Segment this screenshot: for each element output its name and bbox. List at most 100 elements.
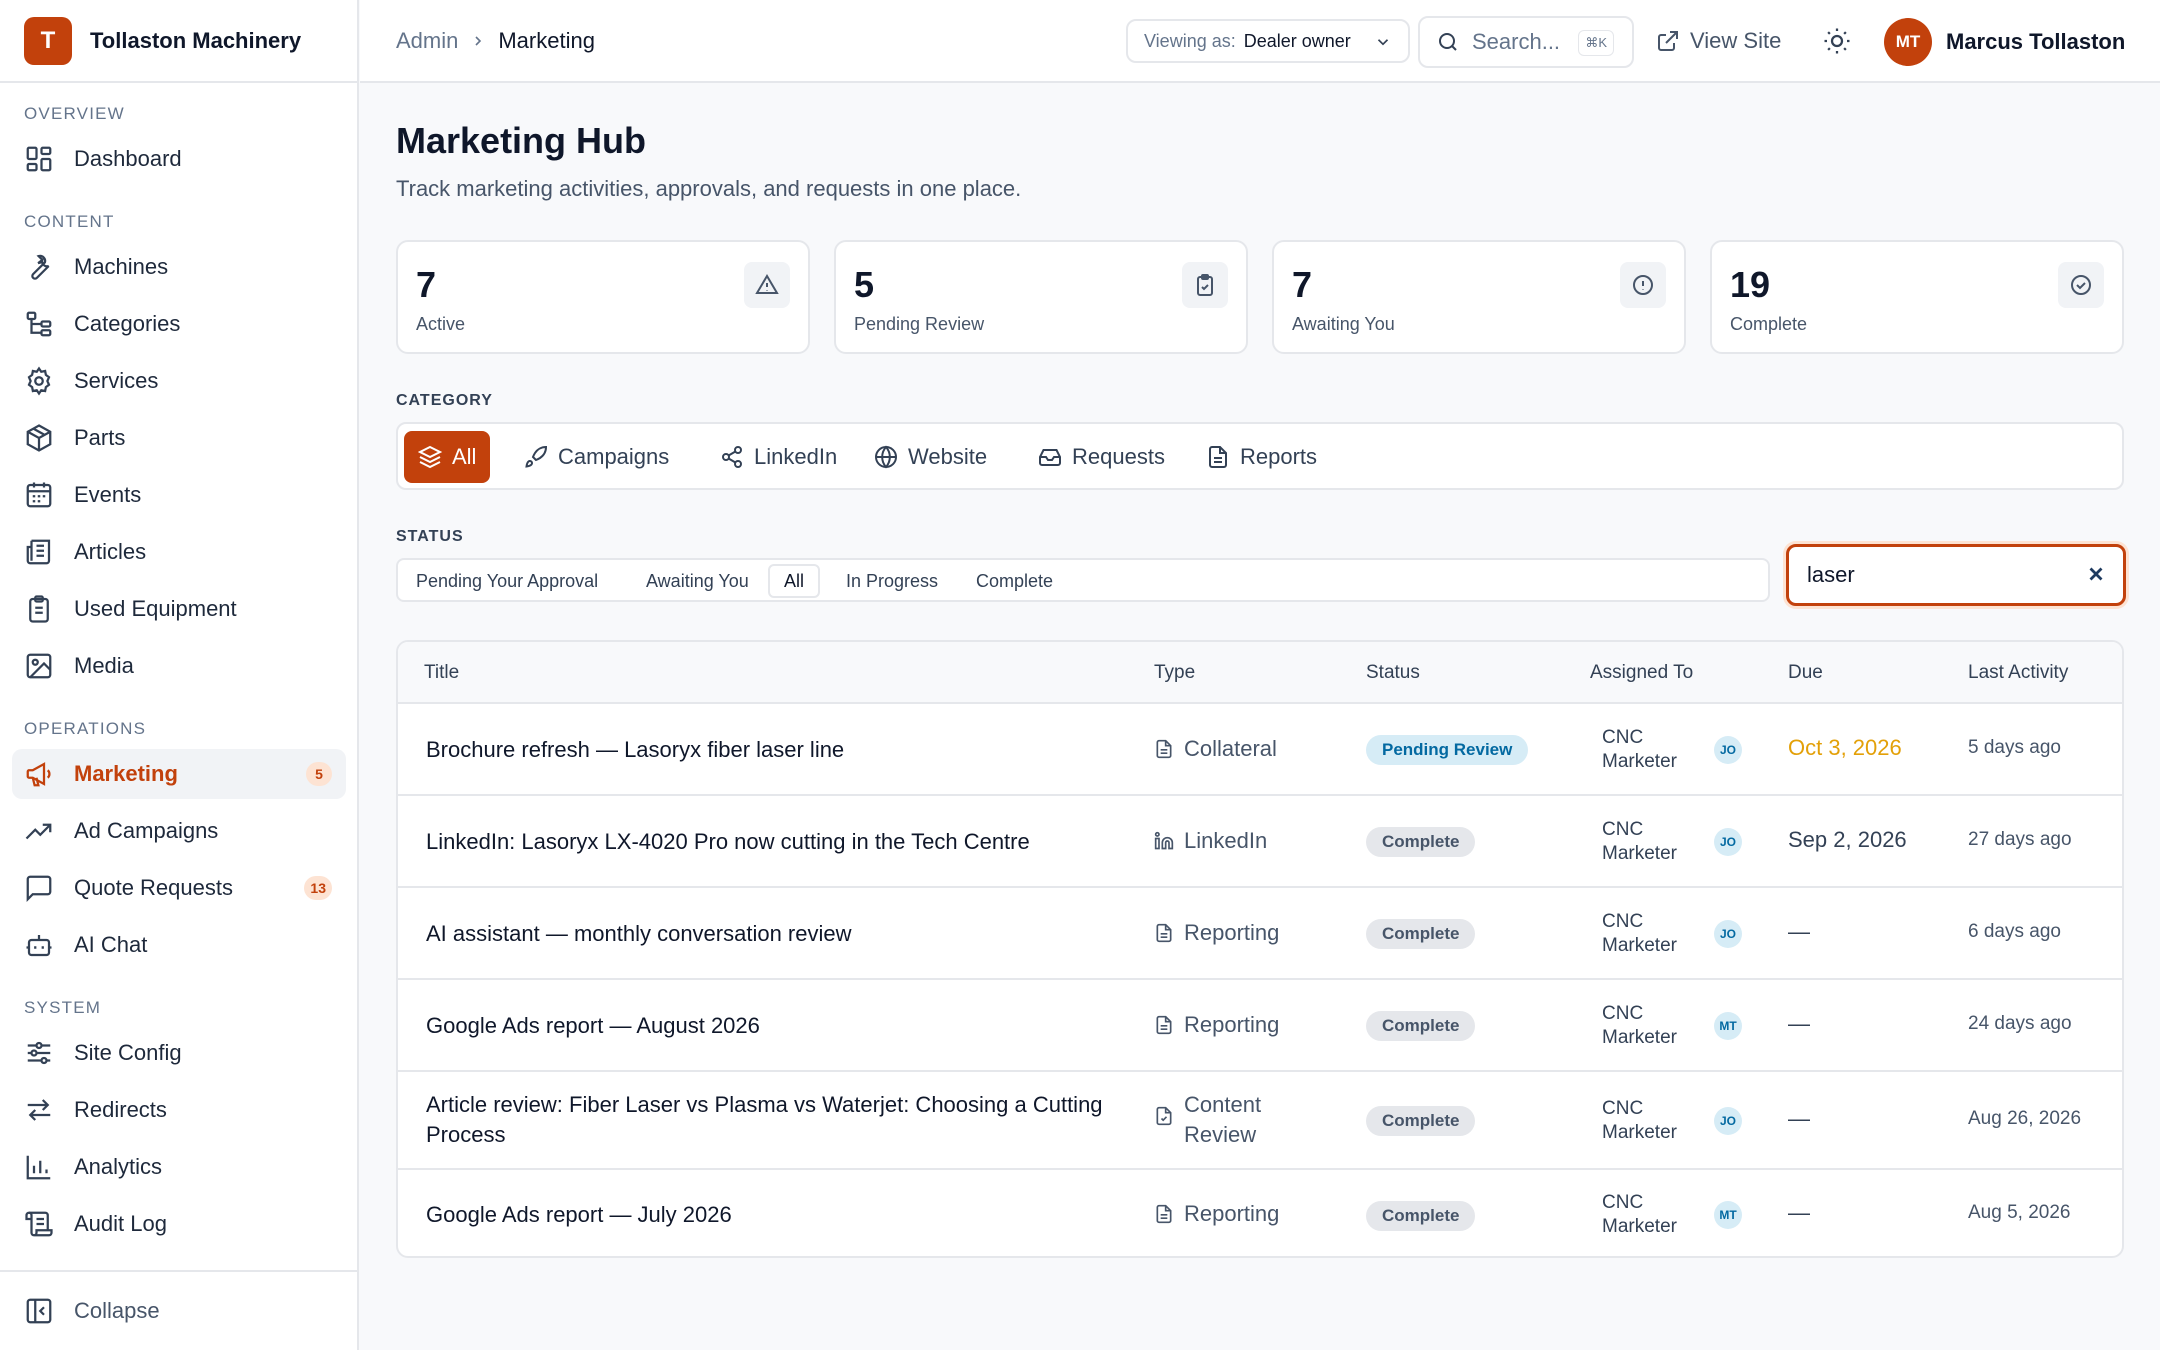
table-row[interactable]: AI assistant — monthly conversation revi…	[398, 888, 2122, 980]
row-type-label: Reporting	[1184, 920, 1280, 945]
tab-linkedin[interactable]: LinkedIn	[706, 431, 851, 483]
sidebar-item-media[interactable]: Media	[12, 641, 346, 691]
column-header-title[interactable]: Title	[424, 662, 459, 684]
view-site-link[interactable]: View Site	[1656, 28, 1781, 54]
tab-website[interactable]: Website	[860, 431, 1001, 483]
row-title[interactable]: LinkedIn: Lasoryx LX-4020 Pro now cuttin…	[426, 827, 1106, 857]
tab-campaigns[interactable]: Campaigns	[510, 431, 683, 483]
column-header-last-activity[interactable]: Last Activity	[1968, 662, 2068, 684]
stat-card-pending-review[interactable]: 5 Pending Review	[834, 240, 1248, 354]
quote-requests-count-badge: 13	[304, 876, 332, 900]
sliders-icon	[24, 1038, 54, 1068]
file-icon	[1154, 1015, 1176, 1035]
sidebar-item-parts[interactable]: Parts	[12, 413, 346, 463]
nav-section-overview: OVERVIEW	[24, 104, 125, 123]
sidebar-item-marketing[interactable]: Marketing 5	[12, 749, 346, 799]
status-tab-pending-your-approval[interactable]: Pending Your Approval	[402, 564, 612, 598]
file-check-icon	[1154, 1106, 1176, 1126]
sidebar-item-analytics[interactable]: Analytics	[12, 1142, 346, 1192]
column-header-type[interactable]: Type	[1154, 662, 1195, 684]
inbox-icon	[1038, 445, 1062, 469]
status-tab-in-progress[interactable]: In Progress	[832, 564, 952, 598]
sun-icon	[1822, 26, 1852, 56]
status-tab-complete[interactable]: Complete	[962, 564, 1067, 598]
sidebar-item-label: Media	[74, 653, 134, 678]
status-badge: Complete	[1366, 1106, 1476, 1136]
filter-search	[1786, 544, 2126, 606]
clipboard-check-icon	[1182, 262, 1228, 308]
row-last-activity: 24 days ago	[1968, 1013, 2072, 1034]
row-assigned: CNC Marketer	[1602, 1098, 1677, 1143]
brand[interactable]: T Tollaston Machinery	[0, 0, 357, 83]
clear-icon[interactable]	[2085, 563, 2107, 585]
sidebar-item-categories[interactable]: Categories	[12, 299, 346, 349]
global-search[interactable]: Search... ⌘K	[1418, 16, 1634, 68]
sidebar-item-used-equipment[interactable]: Used Equipment	[12, 584, 346, 634]
column-header-due[interactable]: Due	[1788, 662, 1823, 684]
row-last-activity: 5 days ago	[1968, 737, 2061, 758]
row-title[interactable]: Brochure refresh — Lasoryx fiber laser l…	[426, 735, 1106, 765]
filter-input[interactable]	[1807, 557, 2067, 593]
theme-toggle[interactable]	[1822, 26, 1852, 56]
user-menu[interactable]: MT Marcus Tollaston	[1884, 18, 2125, 66]
stat-card-complete[interactable]: 19 Complete	[1710, 240, 2124, 354]
collapse-button[interactable]: Collapse	[0, 1270, 359, 1350]
tree-icon	[24, 309, 54, 339]
file-icon	[1154, 923, 1176, 943]
sidebar-item-label: AI Chat	[74, 932, 148, 957]
image-icon	[24, 651, 54, 681]
sidebar-item-redirects[interactable]: Redirects	[12, 1085, 346, 1135]
top-header: Admin Marketing Viewing as: Dealer owner…	[360, 0, 2160, 83]
row-type: LinkedIn	[1154, 826, 1267, 856]
avatar: JO	[1714, 920, 1742, 948]
breadcrumb-admin[interactable]: Admin	[396, 28, 458, 54]
row-title[interactable]: Article review: Fiber Laser vs Plasma vs…	[426, 1090, 1106, 1150]
sidebar-item-ad-campaigns[interactable]: Ad Campaigns	[12, 806, 346, 856]
row-assigned: CNC Marketer	[1602, 819, 1677, 864]
row-title[interactable]: AI assistant — monthly conversation revi…	[426, 919, 1106, 949]
stat-value: 7	[416, 264, 437, 305]
status-badge: Complete	[1366, 1011, 1476, 1041]
app-root: T Tollaston Machinery OVERVIEW CONTENT O…	[0, 0, 2160, 1350]
tab-label: Reports	[1240, 444, 1318, 469]
view-site-label: View Site	[1690, 28, 1782, 53]
table-row[interactable]: Article review: Fiber Laser vs Plasma vs…	[398, 1072, 2122, 1170]
column-header-assigned-to[interactable]: Assigned To	[1590, 662, 1693, 684]
nav-section-operations: OPERATIONS	[24, 719, 147, 738]
sidebar-item-dashboard[interactable]: Dashboard	[12, 134, 346, 184]
table-row[interactable]: Brochure refresh — Lasoryx fiber laser l…	[398, 704, 2122, 796]
tab-label: LinkedIn	[754, 444, 838, 469]
stat-card-awaiting-you[interactable]: 7 Awaiting You	[1272, 240, 1686, 354]
tab-requests[interactable]: Requests	[1024, 431, 1179, 483]
stat-value: 19	[1730, 264, 1771, 305]
sidebar-item-label: Parts	[74, 425, 126, 450]
status-badge: Complete	[1366, 1201, 1476, 1231]
tab-all[interactable]: All	[404, 431, 491, 483]
table-row[interactable]: Google Ads report — August 2026 Reportin…	[398, 980, 2122, 1072]
sidebar-item-label: Quote Requests	[74, 875, 233, 900]
sidebar-item-articles[interactable]: Articles	[12, 527, 346, 577]
sidebar-item-site-config[interactable]: Site Config	[12, 1028, 346, 1078]
table-row[interactable]: Google Ads report — July 2026 Reporting …	[398, 1170, 2122, 1256]
row-title[interactable]: Google Ads report — August 2026	[426, 1011, 1106, 1041]
alert-circle-icon	[1620, 262, 1666, 308]
sidebar-item-ai-chat[interactable]: AI Chat	[12, 920, 346, 970]
status-tab-all[interactable]: All	[768, 564, 821, 598]
row-last-activity: 6 days ago	[1968, 921, 2061, 942]
row-due: Sep 2, 2026	[1788, 827, 1907, 852]
sidebar-item-machines[interactable]: Machines	[12, 242, 346, 292]
sidebar-item-audit-log[interactable]: Audit Log	[12, 1199, 346, 1249]
sidebar-item-events[interactable]: Events	[12, 470, 346, 520]
row-title[interactable]: Google Ads report — July 2026	[426, 1200, 1106, 1230]
search-icon	[1436, 30, 1460, 54]
viewing-as-value: Dealer owner	[1243, 30, 1351, 51]
sidebar-item-quote-requests[interactable]: Quote Requests 13	[12, 863, 346, 913]
sidebar-item-services[interactable]: Services	[12, 356, 346, 406]
column-header-status[interactable]: Status	[1366, 662, 1420, 684]
stat-value: 5	[854, 264, 875, 305]
tab-reports[interactable]: Reports	[1192, 431, 1331, 483]
stat-card-active[interactable]: 7 Active	[396, 240, 810, 354]
table-row[interactable]: LinkedIn: Lasoryx LX-4020 Pro now cuttin…	[398, 796, 2122, 888]
viewing-as-select[interactable]: Viewing as: Dealer owner	[1126, 19, 1410, 63]
status-tab-awaiting-you[interactable]: Awaiting You	[632, 564, 763, 598]
